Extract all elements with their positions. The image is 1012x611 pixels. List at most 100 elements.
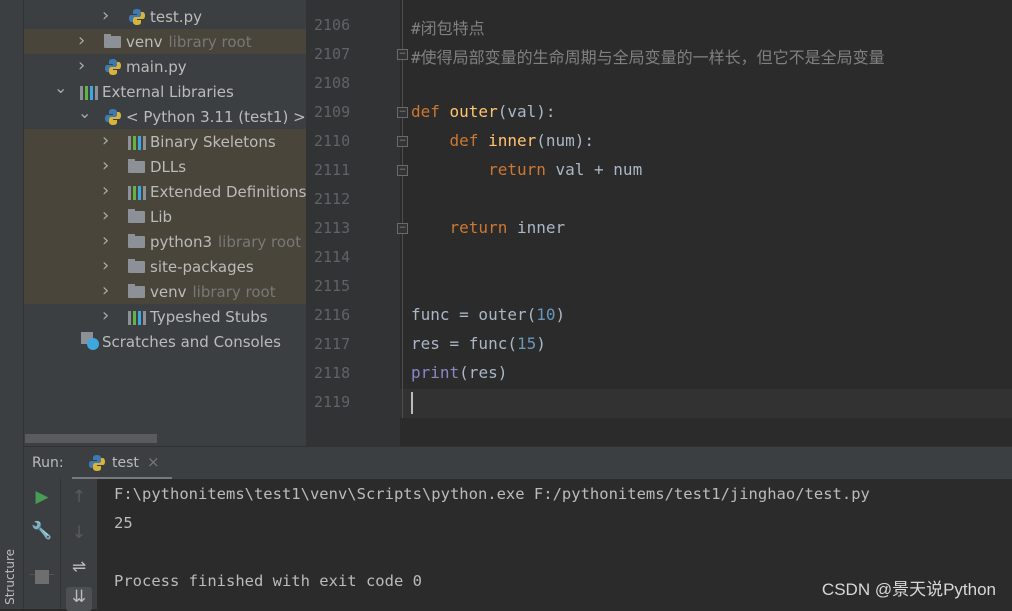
fold-marker-icon[interactable]: − (397, 107, 408, 118)
chevron-right-icon[interactable]: › (102, 205, 112, 226)
line-number: 2113 (314, 219, 351, 237)
chevron-right-icon[interactable]: › (102, 255, 112, 276)
tree-item[interactable]: › main.py (24, 54, 306, 79)
code-token: (val): (497, 102, 556, 121)
tree-item[interactable]: ⌄ < Python 3.11 (test1) >F:\py (24, 103, 306, 129)
fold-marker-icon[interactable]: − (397, 165, 408, 176)
code-line: #闭包特点 (411, 15, 485, 39)
left-tool-strip: Structure (0, 0, 24, 609)
folder-icon (128, 209, 145, 223)
current-line-highlight (400, 389, 1012, 418)
code-token: (res) (459, 363, 508, 382)
tree-item[interactable]: › venv library root (24, 279, 306, 304)
tree-item-label: venv library root (126, 33, 252, 51)
tree-item-label: External Libraries (102, 83, 234, 101)
folder-icon (104, 34, 121, 48)
label-text: Extended Definitions (150, 182, 306, 201)
chevron-right-icon[interactable]: › (102, 130, 112, 151)
tree-item[interactable]: › Extended Definitions (24, 179, 306, 204)
run-label: Run: (32, 455, 64, 471)
tree-item-label: main.py (126, 58, 187, 76)
label-text: venv (126, 32, 163, 51)
fold-marker-icon[interactable]: − (397, 136, 408, 147)
code-token: def (449, 131, 489, 150)
tree-item[interactable]: › test.py (24, 4, 306, 29)
libraries-icon (128, 134, 146, 150)
run-tab-test[interactable]: test × (72, 447, 172, 480)
code-token: return (449, 218, 517, 237)
code-token: 10 (536, 305, 556, 324)
line-number: 2111 (314, 161, 351, 179)
scrollbar-thumb[interactable] (25, 434, 157, 443)
chevron-right-icon[interactable]: › (102, 280, 112, 301)
label-text: Lib (150, 207, 173, 226)
libraries-icon (128, 184, 146, 200)
tree-item[interactable]: › Typeshed Stubs (24, 304, 306, 329)
chevron-right-icon[interactable]: › (102, 5, 112, 26)
line-number: 2108 (314, 74, 351, 92)
stop-button[interactable] (35, 570, 49, 584)
chevron-down-icon[interactable]: ⌄ (54, 78, 67, 97)
soft-wrap-icon[interactable]: ⇌ (61, 557, 97, 577)
code-token: (num): (536, 131, 595, 150)
code-line: def outer(val): (411, 102, 556, 121)
line-number: 2107 (314, 45, 351, 63)
chevron-down-icon[interactable]: ⌄ (78, 103, 91, 122)
run-toolbar: ▶ 🔧 (24, 479, 61, 609)
line-number-gutter: 2106 2107 2108 2109 2110 2111 2112 2113 2114 2115… (306, 0, 400, 446)
python-file-icon (104, 58, 122, 75)
down-arrow-icon[interactable]: ↓ (61, 523, 97, 543)
close-tab-icon[interactable]: × (147, 453, 160, 471)
code-token: inner (488, 131, 537, 150)
label-text: test.py (150, 7, 202, 26)
tree-item[interactable]: › Binary Skeletons (24, 129, 306, 154)
structure-tab[interactable]: Structure (3, 549, 17, 605)
tree-item[interactable]: › Lib (24, 204, 306, 229)
code-token: print (411, 363, 460, 382)
label-text: External Libraries (102, 82, 234, 101)
wrench-icon[interactable]: 🔧 (24, 521, 60, 541)
code-line: res = func(15) (411, 334, 546, 353)
chevron-right-icon[interactable]: › (102, 180, 112, 201)
tree-item-hint: library root (168, 32, 252, 51)
scroll-to-end-icon[interactable]: ⇊ (66, 587, 92, 611)
code-token: outer (449, 102, 498, 121)
console-line: 25 (114, 514, 133, 532)
chevron-right-icon[interactable]: › (78, 30, 88, 51)
tree-item-label: Lib (150, 208, 172, 226)
python-icon (104, 108, 122, 125)
fold-guide (402, 0, 403, 418)
tree-horizontal-scrollbar[interactable] (24, 432, 306, 446)
label-text: Scratches and Consoles (102, 332, 281, 351)
tree-item-label: site-packages (150, 258, 254, 276)
chevron-right-icon[interactable]: › (78, 55, 88, 76)
scratches-icon (80, 331, 99, 350)
chevron-right-icon[interactable]: › (102, 230, 112, 251)
code-token: def (411, 102, 450, 121)
tree-item[interactable]: › site-packages (24, 254, 306, 279)
chevron-right-icon[interactable]: › (102, 305, 112, 326)
code-token: ) (536, 334, 546, 353)
tree-item[interactable]: › DLLs (24, 154, 306, 179)
tree-item[interactable]: Scratches and Consoles (24, 329, 306, 354)
text-caret (411, 392, 413, 414)
tree-item-label: python3 library root (150, 233, 301, 251)
tree-item[interactable]: ⌄ External Libraries (24, 78, 306, 104)
line-number: 2112 (314, 190, 351, 208)
up-arrow-icon[interactable]: ↑ (61, 487, 97, 507)
rerun-button[interactable]: ▶ (24, 487, 60, 507)
tree-item-label: Scratches and Consoles (102, 333, 281, 351)
chevron-right-icon[interactable]: › (102, 155, 112, 176)
tree-item[interactable]: › python3 library root (24, 229, 306, 254)
line-number: 2106 (314, 16, 351, 34)
watermark: CSDN @景天说Python (821, 580, 996, 599)
tree-item[interactable]: › venv library root (24, 29, 306, 54)
label-text: Binary Skeletons (150, 132, 276, 151)
libraries-icon (128, 309, 146, 325)
fold-marker-icon[interactable]: − (397, 49, 408, 60)
fold-marker-icon[interactable]: − (397, 223, 408, 234)
line-number: 2118 (314, 364, 351, 382)
